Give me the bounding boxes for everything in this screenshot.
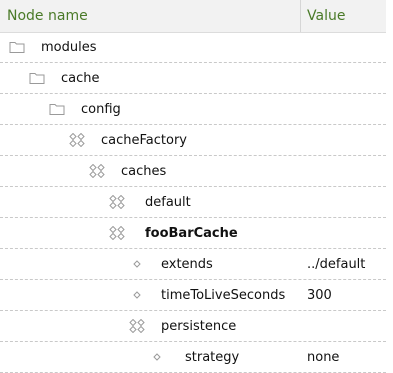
value-column-header[interactable]: Value: [307, 0, 345, 32]
content-node-icon: [129, 318, 145, 334]
content-node-icon: [89, 163, 105, 179]
node-name-label: cache: [61, 71, 100, 86]
tree-row-config[interactable]: config: [0, 94, 386, 125]
content-node-icon: [109, 225, 125, 241]
tree-row-modules[interactable]: modules: [0, 32, 386, 63]
node-name-label: default: [145, 195, 191, 210]
column-divider[interactable]: [300, 0, 301, 32]
node-value[interactable]: ../default: [307, 249, 365, 280]
content-node-icon: [109, 194, 125, 210]
config-tree-table: Node name Value modules cache config cacheF…: [0, 0, 386, 373]
node-name-label: caches: [121, 164, 167, 179]
content-node-icon: [69, 132, 85, 148]
node-name-label: fooBarCache: [145, 226, 238, 241]
property-icon: [149, 350, 165, 364]
tree-row-extends[interactable]: extends ../default: [0, 249, 386, 280]
node-value[interactable]: 300: [307, 280, 332, 311]
table-header: Node name Value: [0, 0, 386, 33]
node-name-column-header[interactable]: Node name: [7, 0, 88, 32]
property-icon: [129, 288, 145, 302]
folder-icon: [29, 71, 45, 85]
folder-icon: [9, 40, 25, 54]
node-value[interactable]: none: [307, 342, 339, 373]
tree-row-foobarcache[interactable]: fooBarCache: [0, 218, 386, 249]
tree-row-persistence[interactable]: persistence: [0, 311, 386, 342]
tree-row-cachefactory[interactable]: cacheFactory: [0, 125, 386, 156]
tree-row-default[interactable]: default: [0, 187, 386, 218]
tree-row-cache[interactable]: cache: [0, 63, 386, 94]
tree-row-timetoliveseconds[interactable]: timeToLiveSeconds 300: [0, 280, 386, 311]
node-name-label: config: [81, 102, 121, 117]
tree-row-caches[interactable]: caches: [0, 156, 386, 187]
node-name-label: modules: [41, 40, 97, 55]
property-icon: [129, 257, 145, 271]
tree-row-strategy[interactable]: strategy none: [0, 342, 386, 373]
folder-icon: [49, 102, 65, 116]
node-name-label: strategy: [185, 350, 240, 365]
node-name-label: timeToLiveSeconds: [161, 288, 286, 303]
node-name-label: cacheFactory: [101, 133, 187, 148]
node-name-label: persistence: [161, 319, 237, 334]
node-name-label: extends: [161, 257, 213, 272]
